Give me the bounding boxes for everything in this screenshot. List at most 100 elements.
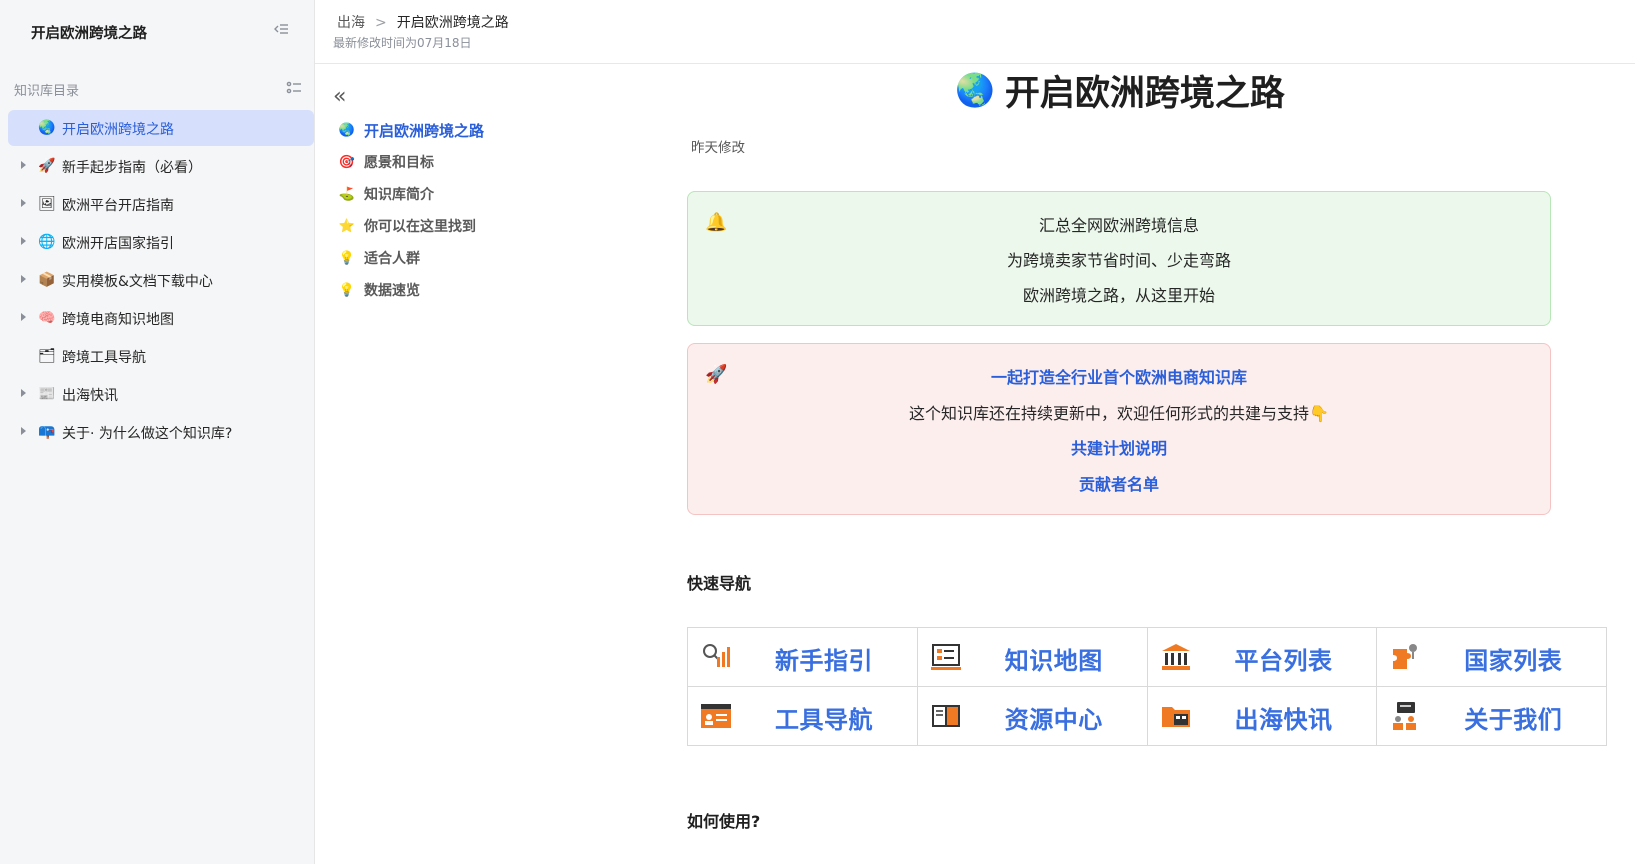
bank-building-icon bbox=[1161, 644, 1190, 670]
info-callout: 🔔 汇总全网欧洲跨境信息 为跨境卖家节省时间、少走弯路 欧洲跨境之路，从这里开始 bbox=[687, 191, 1551, 326]
sidebar-item-label: 新手起步指南（必看） bbox=[62, 160, 202, 176]
quick-nav-label: 工具导航 bbox=[775, 706, 873, 734]
brain-icon: 🧠 bbox=[38, 310, 56, 326]
quick-nav-label: 资源中心 bbox=[1004, 706, 1103, 734]
sidebar-item-templates[interactable]: 📦 实用模板&文档下载中心 bbox=[8, 262, 314, 298]
toc-item-find-here[interactable]: ⭐ 你可以在这里找到 bbox=[338, 210, 484, 242]
page-header: 出海 > 开启欧洲跨境之路 最新修改时间为07月18日 bbox=[315, 0, 1635, 64]
sidebar-item-europe-road[interactable]: 🌏 开启欧洲跨境之路 bbox=[8, 110, 314, 146]
map-pin-icon bbox=[1393, 644, 1418, 669]
browser-window-icon bbox=[701, 704, 731, 728]
toc-item-intro[interactable]: ⛳ 知识库简介 bbox=[338, 178, 484, 210]
mailbox-icon: 📪 bbox=[38, 424, 56, 440]
chat-people-icon bbox=[1393, 702, 1417, 730]
doc-modified-text: 昨天修改 bbox=[691, 140, 745, 156]
quick-nav-label: 关于我们 bbox=[1464, 706, 1563, 734]
expand-caret-icon[interactable] bbox=[21, 389, 26, 397]
quick-nav-heading: 快速导航 bbox=[687, 574, 752, 593]
folder-icon bbox=[1161, 707, 1190, 727]
callout-line: 欧洲跨境之路，从这里开始 bbox=[1022, 286, 1215, 305]
sidebar-item-beginner-guide[interactable]: 🚀 新手起步指南（必看） bbox=[8, 148, 314, 184]
contribute-callout: 🚀 一起打造全行业首个欧洲电商知识库 这个知识库还在持续更新中，欢迎任何形式的共… bbox=[687, 343, 1551, 515]
open-book-icon bbox=[931, 705, 960, 727]
quick-nav-about[interactable]: 关于我们 bbox=[1376, 686, 1607, 746]
expand-caret-icon[interactable] bbox=[21, 237, 26, 245]
sidebar-item-tools-nav[interactable]: 🗂 跨境工具导航 bbox=[8, 338, 314, 374]
callout-line: 汇总全网欧洲跨境信息 bbox=[1038, 216, 1199, 235]
toc-item-data[interactable]: 💡 数据速览 bbox=[338, 274, 484, 306]
collapse-sidebar-icon[interactable] bbox=[272, 21, 290, 39]
quick-nav-knowledge-map[interactable]: 知识地图 bbox=[916, 627, 1148, 687]
toc-item-vision[interactable]: 🎯 愿景和目标 bbox=[338, 146, 484, 178]
star-icon: ⭐ bbox=[338, 218, 356, 234]
sidebar-item-label: 跨境工具导航 bbox=[62, 350, 146, 366]
quick-nav-countries[interactable]: 国家列表 bbox=[1376, 627, 1607, 687]
sidebar-item-label: 欧洲平台开店指南 bbox=[62, 198, 174, 214]
quick-nav-label: 平台列表 bbox=[1234, 647, 1333, 675]
presentation-board-icon bbox=[930, 644, 961, 670]
expand-caret-icon[interactable] bbox=[21, 313, 26, 321]
page-title-text: 开启欧洲跨境之路 bbox=[1004, 73, 1285, 114]
toc-item-label: 知识库简介 bbox=[364, 187, 434, 203]
contributors-link[interactable]: 贡献者名单 bbox=[688, 471, 1550, 495]
newspaper-icon: 📰 bbox=[38, 386, 56, 402]
directory-list-icon[interactable] bbox=[286, 80, 304, 98]
sidebar-item-label: 实用模板&文档下载中心 bbox=[62, 274, 213, 290]
co-build-plan-link[interactable]: 共建计划说明 bbox=[688, 435, 1550, 459]
knowledge-base-title[interactable]: 开启欧洲跨境之路 bbox=[31, 22, 147, 43]
last-modified-text: 最新修改时间为07月18日 bbox=[333, 36, 472, 50]
globe-icon: 🌏 bbox=[338, 122, 356, 138]
sidebar-item-label: 出海快讯 bbox=[62, 388, 118, 404]
toc-item-europe-road[interactable]: 🌏 开启欧洲跨境之路 bbox=[338, 114, 484, 146]
chevron-right-icon: > bbox=[375, 15, 387, 31]
golf-flag-icon: ⛳ bbox=[338, 186, 356, 202]
quick-nav-platforms[interactable]: 平台列表 bbox=[1146, 627, 1378, 687]
lightbulb-icon: 💡 bbox=[338, 250, 356, 266]
target-icon: 🎯 bbox=[338, 154, 356, 170]
quick-nav-tools[interactable]: 工具导航 bbox=[687, 686, 918, 746]
quick-nav-resources[interactable]: 资源中心 bbox=[916, 686, 1148, 746]
sidebar-item-about[interactable]: 📪 关于· 为什么做这个知识库? bbox=[8, 414, 314, 450]
callout-text: 这个知识库还在持续更新中，欢迎任何形式的共建与支持👇 bbox=[909, 404, 1329, 423]
breadcrumb-current[interactable]: 开启欧洲跨境之路 bbox=[397, 15, 509, 31]
globe-icon: 🌏 bbox=[955, 71, 995, 109]
expand-caret-icon[interactable] bbox=[21, 199, 26, 207]
sidebar-item-knowledge-map[interactable]: 🧠 跨境电商知识地图 bbox=[8, 300, 314, 336]
sidebar-item-platform-guide[interactable]: 🖼 欧洲平台开店指南 bbox=[8, 186, 314, 222]
globe-icon: 🌏 bbox=[38, 120, 56, 136]
sidebar-item-label: 开启欧洲跨境之路 bbox=[62, 122, 174, 138]
callout-line: 为跨境卖家节省时间、少走弯路 bbox=[1006, 251, 1231, 270]
quick-nav-label: 知识地图 bbox=[1004, 647, 1103, 675]
quick-nav-news[interactable]: 出海快讯 bbox=[1146, 686, 1378, 746]
directory-section-label: 知识库目录 bbox=[14, 84, 80, 99]
card-index-icon: 🗂 bbox=[38, 348, 56, 364]
sidebar: 开启欧洲跨境之路 知识库目录 🌏 开启欧洲跨境之路 🚀 新手起步指南（必看） 🖼… bbox=[0, 0, 315, 864]
table-of-contents: 🌏 开启欧洲跨境之路 🎯 愿景和目标 ⛳ 知识库简介 ⭐ 你可以在这里找到 💡 … bbox=[338, 114, 484, 306]
magnifier-chart-icon bbox=[703, 644, 730, 667]
sidebar-item-label: 关于· 为什么做这个知识库? bbox=[62, 426, 233, 442]
sidebar-item-news[interactable]: 📰 出海快讯 bbox=[8, 376, 314, 412]
callout-headline-link[interactable]: 一起打造全行业首个欧洲电商知识库 bbox=[688, 364, 1550, 388]
sidebar-item-country-guide[interactable]: 🌐 欧洲开店国家指引 bbox=[8, 224, 314, 260]
quick-nav-beginner[interactable]: 新手指引 bbox=[687, 627, 918, 687]
picture-frame-icon: 🖼 bbox=[38, 196, 56, 212]
globe-grid-icon: 🌐 bbox=[38, 234, 56, 250]
expand-caret-icon[interactable] bbox=[21, 275, 26, 283]
quick-nav-label: 出海快讯 bbox=[1234, 706, 1333, 734]
breadcrumb-parent[interactable]: 出海 bbox=[337, 15, 365, 31]
sidebar-tree: 🌏 开启欧洲跨境之路 🚀 新手起步指南（必看） 🖼 欧洲平台开店指南 🌐 欧洲开… bbox=[8, 110, 314, 452]
toc-item-label: 开启欧洲跨境之路 bbox=[364, 121, 485, 140]
quick-nav-label: 新手指引 bbox=[775, 647, 873, 675]
expand-caret-icon[interactable] bbox=[21, 161, 26, 169]
breadcrumb: 出海 > 开启欧洲跨境之路 bbox=[337, 12, 509, 32]
page-title: 🌏 开启欧洲跨境之路 bbox=[955, 66, 1285, 114]
toc-item-audience[interactable]: 💡 适合人群 bbox=[338, 242, 484, 274]
lightbulb-icon: 💡 bbox=[338, 282, 356, 298]
how-to-use-heading: 如何使用? bbox=[687, 812, 761, 831]
collapse-toc-icon[interactable]: « bbox=[333, 86, 346, 108]
package-icon: 📦 bbox=[38, 272, 56, 288]
sidebar-item-label: 跨境电商知识地图 bbox=[62, 312, 174, 328]
expand-caret-icon[interactable] bbox=[21, 427, 26, 435]
sidebar-item-label: 欧洲开店国家指引 bbox=[62, 236, 174, 252]
toc-item-label: 适合人群 bbox=[364, 251, 420, 267]
